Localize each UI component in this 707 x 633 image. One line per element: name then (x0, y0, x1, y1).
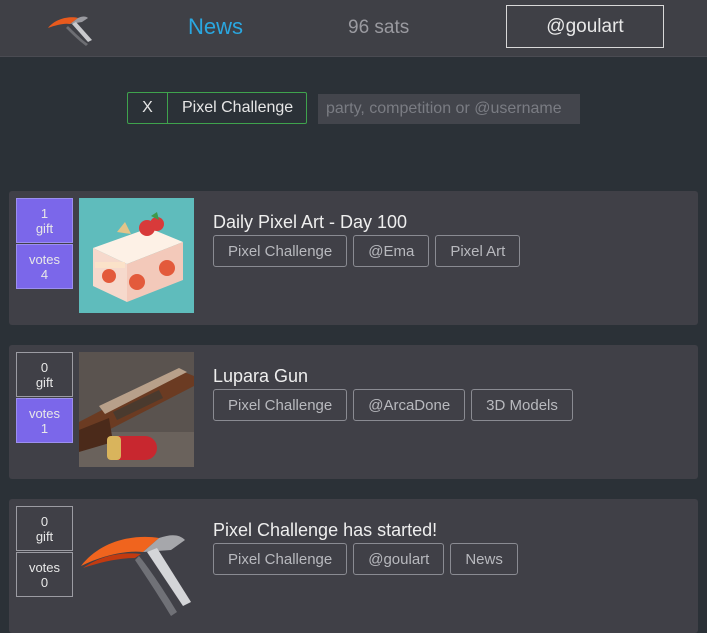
post-thumbnail-cake[interactable] (79, 198, 194, 313)
post-tags: Pixel Challenge @ArcaDone 3D Models (213, 389, 573, 421)
search-input[interactable] (318, 94, 580, 124)
votes-count: 0 (40, 574, 49, 590)
post-title[interactable]: Pixel Challenge has started! (213, 520, 437, 541)
tag-category[interactable]: 3D Models (471, 389, 573, 421)
tag-author[interactable]: @ArcaDone (353, 389, 466, 421)
active-filter-label: Pixel Challenge (182, 99, 294, 116)
top-navbar: News 96 sats @goulart (0, 0, 707, 57)
gift-label: gift (35, 528, 54, 544)
nav-news-link[interactable]: News (188, 14, 243, 40)
post-tags: Pixel Challenge @goulart News (213, 543, 518, 575)
votes-label: votes (28, 405, 61, 421)
votes-count: 1 (40, 420, 49, 436)
vote-column: 0 gift votes 0 (16, 506, 73, 597)
post-tags: Pixel Challenge @Ema Pixel Art (213, 235, 521, 267)
tag-category[interactable]: Pixel Art (435, 235, 521, 267)
votes-label: votes (28, 251, 61, 267)
votes-label: votes (28, 559, 61, 575)
balance-display: 96 sats (348, 17, 410, 38)
app-logo-icon[interactable] (42, 8, 96, 48)
post-thumbnail-logo[interactable] (79, 506, 194, 621)
active-filter-chip: X Pixel Challenge (127, 92, 307, 124)
post-card: 1 gift votes 4 Daily Pixel Art - Day 100… (9, 191, 698, 325)
tag-category[interactable]: News (450, 543, 518, 575)
gift-count: 0 (40, 359, 49, 375)
gift-label: gift (35, 220, 54, 236)
post-title[interactable]: Daily Pixel Art - Day 100 (213, 212, 407, 233)
tag-pixel-challenge[interactable]: Pixel Challenge (213, 543, 348, 575)
post-card: 0 gift votes 1 Lupara Gun Pixel Challeng… (9, 345, 698, 479)
gift-button[interactable]: 0 gift (16, 352, 73, 397)
tag-author[interactable]: @Ema (353, 235, 430, 267)
post-card: 0 gift votes 0 Pixel Challenge has start… (9, 499, 698, 633)
votes-button[interactable]: votes 0 (16, 552, 73, 597)
post-thumbnail-gun[interactable] (79, 352, 194, 467)
tag-pixel-challenge[interactable]: Pixel Challenge (213, 389, 348, 421)
gift-label: gift (35, 374, 54, 390)
user-profile-button[interactable]: @goulart (506, 5, 664, 48)
gift-button[interactable]: 0 gift (16, 506, 73, 551)
vote-column: 0 gift votes 1 (16, 352, 73, 443)
gift-count: 1 (40, 205, 49, 221)
votes-count: 4 (40, 266, 49, 282)
votes-button[interactable]: votes 1 (16, 398, 73, 443)
tag-author[interactable]: @goulart (353, 543, 445, 575)
vote-column: 1 gift votes 4 (16, 198, 73, 289)
tag-pixel-challenge[interactable]: Pixel Challenge (213, 235, 348, 267)
clear-filter-button[interactable]: X (128, 93, 168, 123)
post-title[interactable]: Lupara Gun (213, 366, 308, 387)
gift-button[interactable]: 1 gift (16, 198, 73, 243)
gift-count: 0 (40, 513, 49, 529)
votes-button[interactable]: votes 4 (16, 244, 73, 289)
